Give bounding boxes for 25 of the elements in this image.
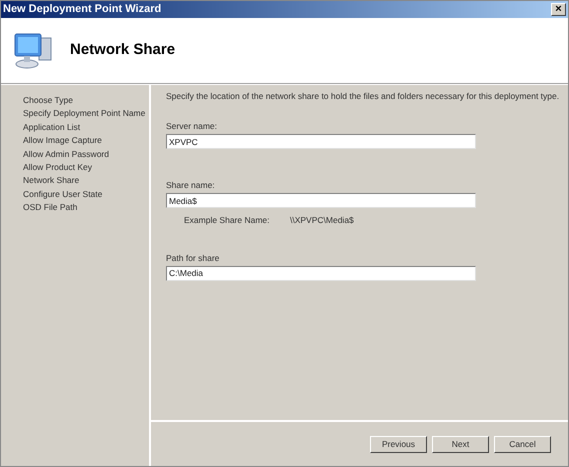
wizard-step[interactable]: Allow Product Key bbox=[23, 161, 149, 174]
field-label: Server name: bbox=[166, 121, 218, 132]
page-heading: Network Share bbox=[70, 40, 176, 60]
window-title: New Deployment Point Wizard bbox=[3, 4, 162, 15]
computer-icon bbox=[13, 32, 53, 70]
wizard-step[interactable]: Network Share bbox=[23, 174, 149, 188]
field-label: Path for share bbox=[166, 252, 220, 264]
wizard-button[interactable]: Next bbox=[432, 436, 489, 452]
wizard-step[interactable]: Application List bbox=[23, 120, 149, 134]
text-field[interactable]: Media$ bbox=[166, 193, 476, 208]
wizard-step[interactable]: OSD File Path bbox=[23, 201, 149, 215]
example-value: \\XPVPC\Media$ bbox=[290, 214, 354, 227]
example-label: Example Share Name: bbox=[184, 214, 271, 227]
wizard-step[interactable]: Allow Image Capture bbox=[23, 134, 149, 148]
text-field[interactable]: XPVPC bbox=[166, 134, 476, 149]
instruction-text: Specify the location of the network share to hold the files and folders necessary for this deployment type. bbox=[166, 91, 560, 102]
close-button[interactable]: × bbox=[551, 3, 566, 16]
wizard-step[interactable]: Configure User State bbox=[23, 188, 149, 202]
wizard-button[interactable]: Previous bbox=[370, 436, 427, 452]
wizard-step[interactable]: Allow Admin Password bbox=[23, 148, 149, 162]
wizard-step[interactable]: Specify Deployment Point Name bbox=[23, 107, 149, 121]
wizard-step[interactable]: Choose Type bbox=[23, 94, 149, 108]
field-label: Share name: bbox=[166, 180, 215, 191]
text-field[interactable]: C:\Media bbox=[166, 266, 476, 281]
wizard-button[interactable]: Cancel bbox=[494, 436, 551, 452]
